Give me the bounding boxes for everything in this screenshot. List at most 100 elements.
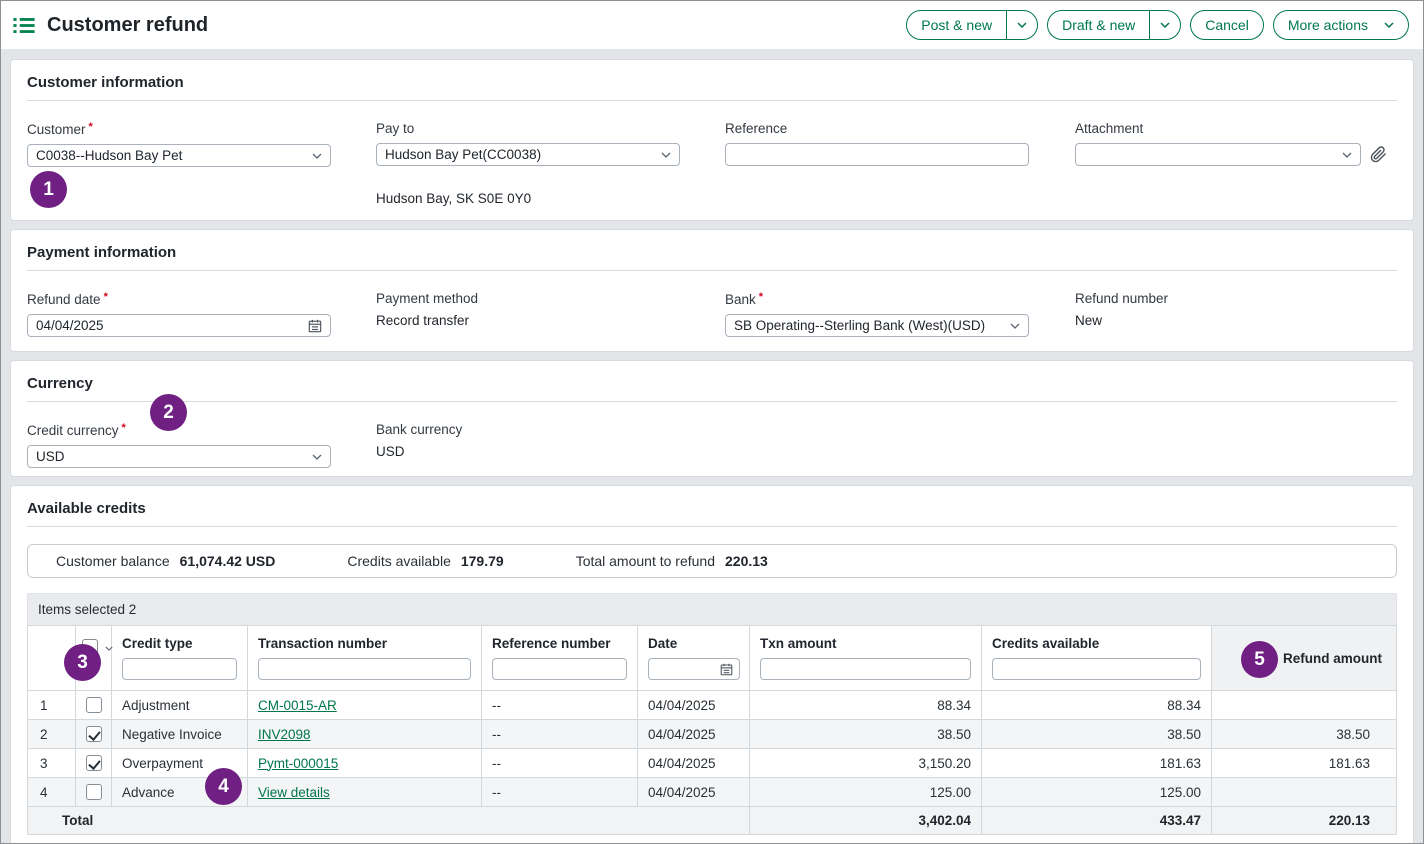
credit-type-filter-input[interactable] [129, 659, 230, 679]
select-all-chevron-icon[interactable] [105, 639, 113, 654]
date-cell: 04/04/2025 [638, 720, 750, 749]
row-number: 2 [28, 720, 76, 749]
currency-section: Currency Credit currency* USD Bank curre… [10, 360, 1414, 477]
transaction-cell: View details [248, 778, 482, 807]
chevron-down-icon[interactable] [1342, 152, 1352, 158]
post-and-new-button[interactable]: Post & new [906, 10, 1038, 40]
refund-number-label: Refund number [1075, 291, 1397, 306]
bank-currency-label: Bank currency [376, 422, 725, 437]
more-actions-label[interactable]: More actions [1274, 11, 1408, 39]
row-checkbox[interactable] [86, 726, 102, 742]
chevron-down-icon[interactable] [661, 152, 671, 158]
date-filter-input[interactable] [655, 659, 720, 679]
draft-and-new-label[interactable]: Draft & new [1048, 11, 1149, 39]
available-credits-table: Credit type Transaction number Reference… [27, 625, 1397, 835]
refund-amount-cell[interactable]: 181.63 [1212, 749, 1397, 778]
calendar-icon[interactable] [720, 663, 733, 676]
bank-field: Bank* SB Operating--Sterling Bank (West)… [725, 291, 1075, 337]
credit-currency-select[interactable]: USD [27, 445, 331, 468]
customer-select[interactable]: C0038--Hudson Bay Pet [27, 144, 331, 167]
reference-input[interactable] [726, 144, 1028, 165]
credits-available-cell: 38.50 [982, 720, 1212, 749]
credit-type-header: Credit type [112, 626, 248, 691]
table-total-row: Total 3,402.04 433.47 220.13 [28, 807, 1397, 835]
step-badge-5: 5 [1241, 641, 1278, 678]
date-cell: 04/04/2025 [638, 778, 750, 807]
required-asterisk: * [89, 121, 93, 133]
post-and-new-dropdown[interactable] [1006, 11, 1037, 39]
refund-amount-cell[interactable]: 38.50 [1212, 720, 1397, 749]
bank-currency-field: Bank currency USD [376, 422, 725, 468]
total-refund-summary: Total amount to refund 220.13 [576, 553, 768, 569]
credits-available-filter [992, 658, 1201, 680]
transaction-link[interactable]: CM-0015-AR [258, 698, 337, 713]
credits-available-filter-input[interactable] [999, 659, 1194, 679]
attachment-label: Attachment [1075, 121, 1397, 136]
credit-type-cell: Negative Invoice [112, 720, 248, 749]
refund-amount-cell[interactable] [1212, 691, 1397, 720]
customer-balance-label: Customer balance [56, 553, 170, 569]
step-badge-1: 1 [30, 171, 67, 208]
txn-amount-cell: 3,150.20 [750, 749, 982, 778]
table-row: 2 Negative Invoice INV2098 -- 04/04/2025… [28, 720, 1397, 749]
transaction-link[interactable]: Pymt-000015 [258, 756, 338, 771]
bank-label: Bank [725, 292, 756, 307]
credit-currency-label: Credit currency [27, 423, 119, 438]
draft-and-new-dropdown[interactable] [1149, 11, 1180, 39]
cancel-label[interactable]: Cancel [1191, 11, 1263, 39]
reference-input-wrap [725, 143, 1029, 166]
currency-title: Currency [27, 375, 1397, 392]
payment-information-section: Payment information Refund date* 04/04/2… [10, 229, 1414, 352]
pay-to-select[interactable]: Hudson Bay Pet(CC0038) [376, 143, 680, 166]
customer-balance-summary: Customer balance 61,074.42 USD [56, 553, 275, 569]
customer-balance-value: 61,074.42 USD [180, 553, 276, 569]
refund-amount-cell[interactable] [1212, 778, 1397, 807]
row-checkbox[interactable] [86, 697, 102, 713]
customer-label: Customer [27, 122, 86, 137]
attachment-select[interactable] [1075, 143, 1361, 166]
date-cell: 04/04/2025 [638, 749, 750, 778]
cancel-button[interactable]: Cancel [1190, 10, 1264, 40]
transaction-cell: Pymt-000015 [248, 749, 482, 778]
refund-date-value: 04/04/2025 [36, 318, 104, 333]
pay-to-select-value: Hudson Bay Pet(CC0038) [385, 147, 541, 162]
credits-available-header: Credits available [982, 626, 1212, 691]
payment-method-field: Payment method Record transfer [376, 291, 725, 337]
payment-information-title: Payment information [27, 244, 1397, 261]
txn-amount-filter-input[interactable] [767, 659, 964, 679]
chevron-down-icon[interactable] [312, 153, 322, 159]
draft-and-new-button[interactable]: Draft & new [1047, 10, 1181, 40]
top-bar: Customer refund Post & new Draft & new C… [1, 1, 1423, 49]
reference-field: Reference [725, 121, 1075, 206]
paperclip-icon[interactable] [1370, 146, 1387, 163]
transaction-number-filter-input[interactable] [265, 659, 464, 679]
refund-date-input[interactable]: 04/04/2025 [27, 314, 331, 337]
total-label: Total [28, 807, 750, 835]
more-actions-button[interactable]: More actions [1273, 10, 1409, 40]
customer-select-value: C0038--Hudson Bay Pet [36, 148, 182, 163]
post-and-new-label[interactable]: Post & new [907, 11, 1006, 39]
row-checkbox[interactable] [86, 755, 102, 771]
reference-cell: -- [482, 720, 638, 749]
credits-available-summary: Credits available 179.79 [347, 553, 503, 569]
total-txn-amount: 3,402.04 [750, 807, 982, 835]
row-number: 1 [28, 691, 76, 720]
refund-number-field: Refund number New [1075, 291, 1397, 337]
date-header: Date [638, 626, 750, 691]
bank-select[interactable]: SB Operating--Sterling Bank (West)(USD) [725, 314, 1029, 337]
refund-date-label: Refund date [27, 292, 101, 307]
total-refund-value: 220.13 [725, 553, 768, 569]
calendar-icon[interactable] [308, 319, 322, 333]
transaction-link[interactable]: INV2098 [258, 727, 311, 742]
list-menu-icon[interactable] [13, 17, 35, 34]
reference-label: Reference [725, 121, 1075, 136]
chevron-down-icon[interactable] [1010, 323, 1020, 329]
view-details-link[interactable]: View details [258, 785, 330, 800]
credits-available-cell: 181.63 [982, 749, 1212, 778]
row-checkbox[interactable] [86, 784, 102, 800]
customer-field: Customer* C0038--Hudson Bay Pet [27, 121, 376, 206]
reference-number-filter-input[interactable] [499, 659, 620, 679]
bank-select-value: SB Operating--Sterling Bank (West)(USD) [734, 318, 985, 333]
credits-available-value: 179.79 [461, 553, 504, 569]
chevron-down-icon[interactable] [312, 454, 322, 460]
